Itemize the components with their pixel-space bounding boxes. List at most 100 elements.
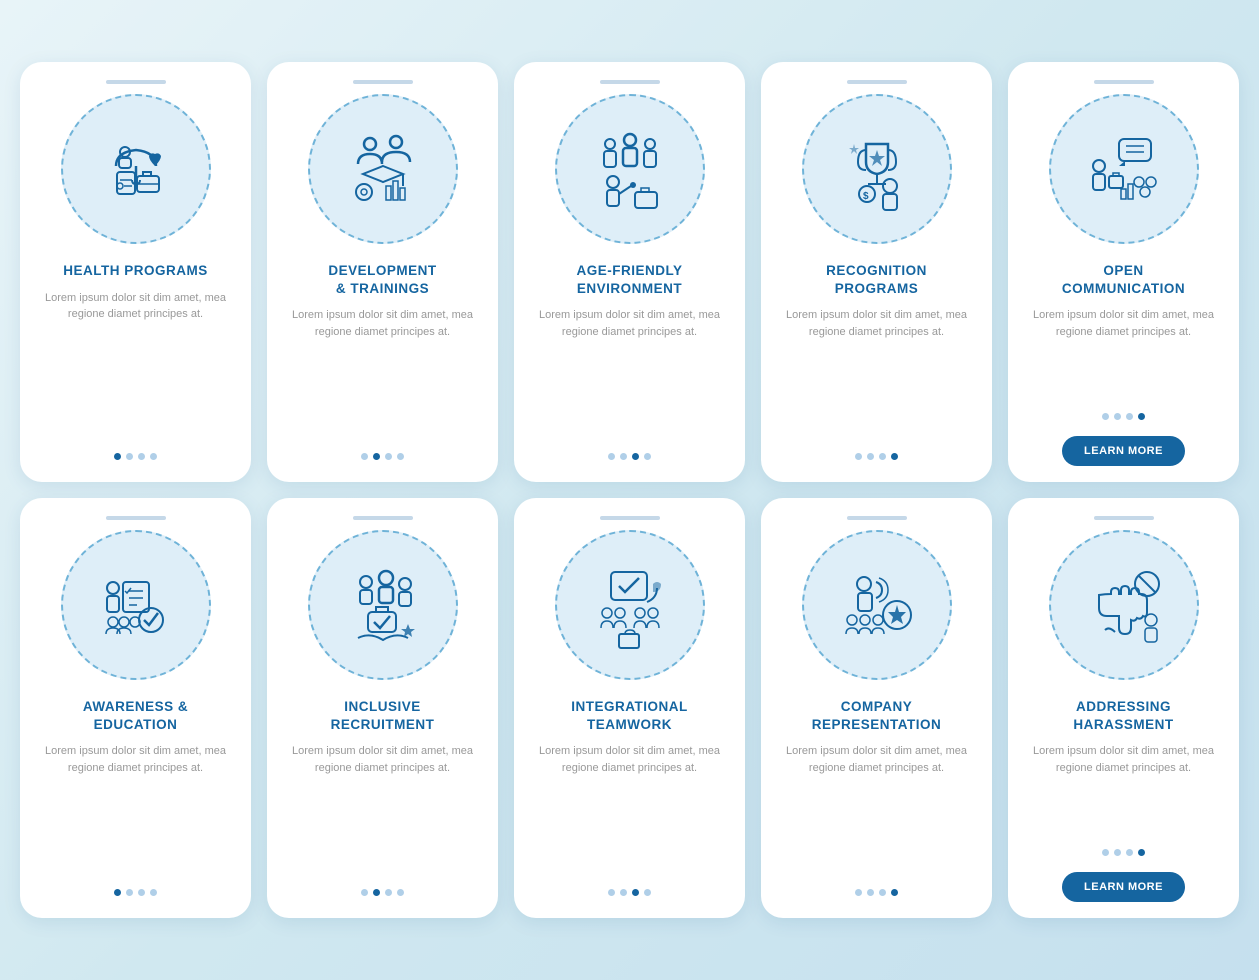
card-title: AWARENESS &EDUCATION — [83, 698, 188, 733]
dot-1 — [855, 453, 862, 460]
dot-3 — [1126, 849, 1133, 856]
card-top-bar — [353, 516, 413, 520]
addressing-harassment-icon — [1049, 530, 1199, 680]
card-body: Lorem ipsum dolor sit dim amet, mea regi… — [283, 743, 482, 875]
dot-2 — [867, 889, 874, 896]
card-company-representation: COMPANYREPRESENTATION Lorem ipsum dolor … — [761, 498, 992, 918]
dot-4 — [397, 453, 404, 460]
health-programs-icon — [61, 94, 211, 244]
card-top-bar — [847, 516, 907, 520]
card-title: COMPANYREPRESENTATION — [812, 698, 942, 733]
card-dots — [1102, 413, 1145, 420]
dot-2 — [126, 889, 133, 896]
awareness-education-icon — [61, 530, 211, 680]
dot-1 — [114, 453, 121, 460]
card-body: Lorem ipsum dolor sit dim amet, mea regi… — [1024, 307, 1223, 399]
card-body: Lorem ipsum dolor sit dim amet, mea regi… — [777, 743, 976, 875]
learn-more-button-2[interactable]: LEARN MORE — [1062, 872, 1185, 902]
recognition-icon: $ — [802, 94, 952, 244]
dot-1 — [361, 453, 368, 460]
card-top-bar — [353, 80, 413, 84]
card-body: Lorem ipsum dolor sit dim amet, mea regi… — [530, 743, 729, 875]
card-inclusive-recruitment: INCLUSIVERECRUITMENT Lorem ipsum dolor s… — [267, 498, 498, 918]
card-body: Lorem ipsum dolor sit dim amet, mea regi… — [777, 307, 976, 439]
card-dots — [608, 453, 651, 460]
card-title: AGE-FRIENDLYENVIRONMENT — [576, 262, 682, 297]
dot-1 — [608, 889, 615, 896]
open-communication-icon — [1049, 94, 1199, 244]
card-health-programs: HEALTH PROGRAMS Lorem ipsum dolor sit di… — [20, 62, 251, 482]
dot-2 — [373, 889, 380, 896]
dot-1 — [855, 889, 862, 896]
card-title: DEVELOPMENT& TRAININGS — [328, 262, 436, 297]
card-dots — [608, 889, 651, 896]
dot-3 — [385, 453, 392, 460]
card-dots — [855, 889, 898, 896]
dot-2 — [1114, 413, 1121, 420]
card-dots — [361, 889, 404, 896]
dot-4 — [1138, 413, 1145, 420]
dot-3 — [385, 889, 392, 896]
age-friendly-icon — [555, 94, 705, 244]
card-body: Lorem ipsum dolor sit dim amet, mea regi… — [36, 743, 235, 875]
card-dots — [114, 453, 157, 460]
dot-1 — [608, 453, 615, 460]
dot-3 — [879, 889, 886, 896]
dot-1 — [1102, 413, 1109, 420]
svg-text:$: $ — [863, 191, 869, 202]
company-representation-icon — [802, 530, 952, 680]
dot-2 — [126, 453, 133, 460]
dot-4 — [644, 889, 651, 896]
card-title: INTEGRATIONALTEAMWORK — [571, 698, 688, 733]
dot-1 — [1102, 849, 1109, 856]
dot-3 — [1126, 413, 1133, 420]
card-top-bar — [1094, 80, 1154, 84]
dot-4 — [150, 453, 157, 460]
dot-1 — [361, 889, 368, 896]
card-top-bar — [847, 80, 907, 84]
dot-4 — [150, 889, 157, 896]
dot-2 — [373, 453, 380, 460]
inclusive-recruitment-icon — [308, 530, 458, 680]
card-top-bar — [106, 80, 166, 84]
learn-more-button-1[interactable]: LEARN MORE — [1062, 436, 1185, 466]
dot-4 — [891, 453, 898, 460]
card-top-bar — [106, 516, 166, 520]
card-title: INCLUSIVERECRUITMENT — [331, 698, 435, 733]
card-dots — [114, 889, 157, 896]
dot-3 — [879, 453, 886, 460]
card-body: Lorem ipsum dolor sit dim amet, mea regi… — [283, 307, 482, 439]
card-dots — [361, 453, 404, 460]
card-title: OPENCOMMUNICATION — [1062, 262, 1185, 297]
card-integrational-teamwork: INTEGRATIONALTEAMWORK Lorem ipsum dolor … — [514, 498, 745, 918]
card-top-bar — [600, 80, 660, 84]
dot-4 — [891, 889, 898, 896]
dot-4 — [1138, 849, 1145, 856]
dot-4 — [397, 889, 404, 896]
dot-3 — [632, 453, 639, 460]
dot-2 — [620, 889, 627, 896]
development-trainings-icon — [308, 94, 458, 244]
dot-2 — [1114, 849, 1121, 856]
card-title: RECOGNITIONPROGRAMS — [826, 262, 927, 297]
integrational-teamwork-icon — [555, 530, 705, 680]
card-title: HEALTH PROGRAMS — [63, 262, 208, 280]
card-open-communication: OPENCOMMUNICATION Lorem ipsum dolor sit … — [1008, 62, 1239, 482]
card-dots — [855, 453, 898, 460]
card-dots — [1102, 849, 1145, 856]
card-title: ADDRESSINGHARASSMENT — [1073, 698, 1173, 733]
card-body: Lorem ipsum dolor sit dim amet, mea regi… — [530, 307, 729, 439]
card-age-friendly: AGE-FRIENDLYENVIRONMENT Lorem ipsum dolo… — [514, 62, 745, 482]
dot-2 — [867, 453, 874, 460]
card-grid: HEALTH PROGRAMS Lorem ipsum dolor sit di… — [20, 62, 1239, 918]
dot-3 — [138, 889, 145, 896]
card-development-trainings: DEVELOPMENT& TRAININGS Lorem ipsum dolor… — [267, 62, 498, 482]
dot-4 — [644, 453, 651, 460]
dot-3 — [138, 453, 145, 460]
card-recognition-programs: $ RECOGNITIONPROGRAMS Lorem ipsum dolor … — [761, 62, 992, 482]
card-awareness-education: AWARENESS &EDUCATION Lorem ipsum dolor s… — [20, 498, 251, 918]
card-addressing-harassment: ADDRESSINGHARASSMENT Lorem ipsum dolor s… — [1008, 498, 1239, 918]
dot-3 — [632, 889, 639, 896]
card-top-bar — [600, 516, 660, 520]
dot-1 — [114, 889, 121, 896]
